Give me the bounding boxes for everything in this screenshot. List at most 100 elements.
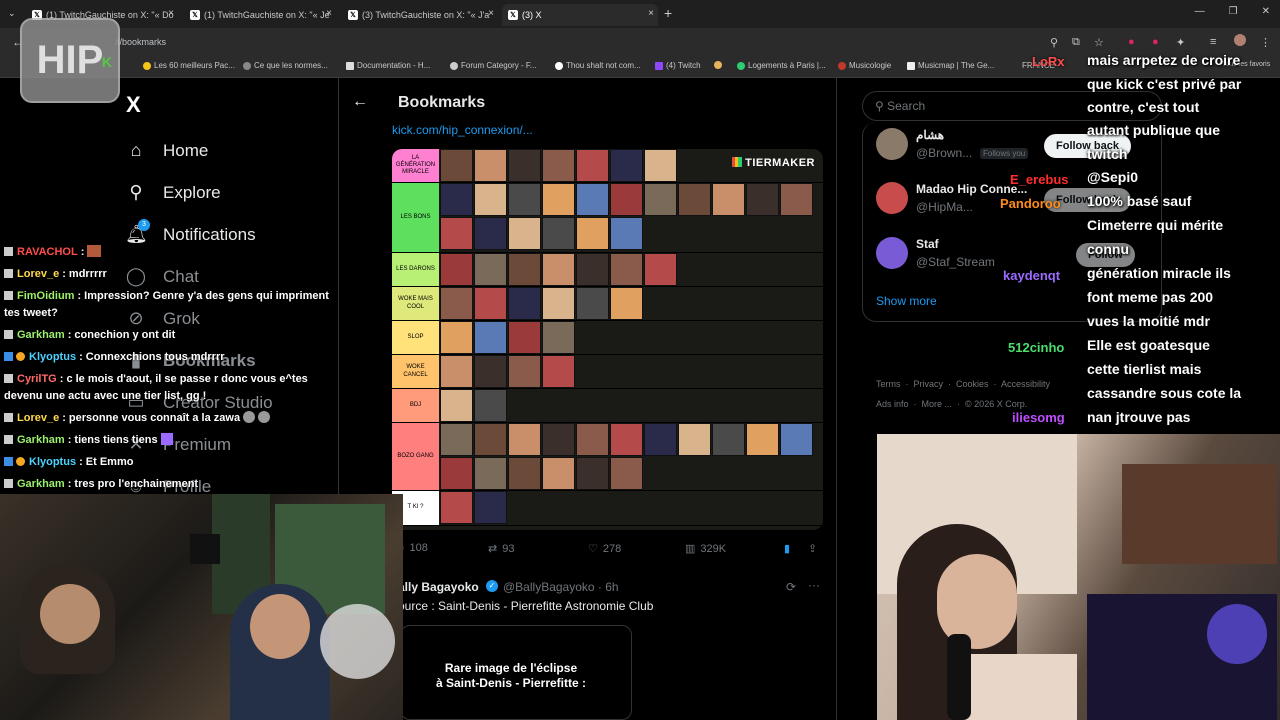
tier-entry (542, 149, 575, 182)
search-icon: ⚲ (875, 99, 888, 113)
chat-user: Klyoptus (29, 456, 77, 468)
url-field[interactable]: /i/bookmarks (115, 37, 166, 47)
bookmark-9[interactable]: Musicmap | The Ge... (907, 61, 994, 70)
right-chat-user: 512cinho (1008, 340, 1065, 355)
views-action[interactable]: ▥ 329K (685, 542, 726, 556)
show-more-link[interactable]: Show more (876, 294, 937, 308)
extension-icon[interactable]: ● (1152, 36, 1159, 48)
tier-entry (644, 183, 677, 216)
footer-links: Terms · Privacy · Cookies · Accessibilit… (876, 379, 1051, 409)
tier-entry (542, 355, 575, 388)
chat-message: Garkham: tres pro l'enchainement (4, 477, 334, 491)
tier-entry (508, 457, 541, 490)
close-window-icon[interactable]: ✕ (1262, 6, 1270, 17)
right-chat-line: cassandre sous cote la (1087, 385, 1242, 401)
footer-cookies[interactable]: Cookies (956, 379, 989, 389)
tier-entry (508, 355, 541, 388)
tier-entry (542, 217, 575, 250)
streamer-face (937, 554, 1017, 649)
sub-badge-icon (16, 457, 25, 466)
tierlist-image[interactable]: TIERMAKER LA GÉNÉRATION MIRACLE LES BONS L… (392, 149, 823, 530)
tier-entry (780, 183, 813, 216)
menu-icon[interactable]: ⋮ (1260, 36, 1271, 49)
bookmark-8[interactable]: Musicologie (838, 61, 891, 70)
footer-accessibility[interactable]: Accessibility (1001, 379, 1050, 389)
close-icon[interactable]: × (488, 8, 494, 19)
right-chat-line: 100% basé sauf (1087, 193, 1192, 209)
tweet-author-name[interactable]: ally Bagayoko (398, 580, 479, 594)
repost-action[interactable]: ⇄ 93 (488, 542, 514, 556)
microphone (947, 634, 971, 720)
tier-entry (440, 423, 473, 456)
back-arrow-icon[interactable]: ← (352, 93, 368, 111)
account-handle: @Staf_Stream (916, 255, 995, 269)
bookmark-7[interactable]: Logements à Paris |... (737, 61, 826, 70)
footer-terms[interactable]: Terms (876, 379, 901, 389)
tweet-text: ource : Saint-Denis - Pierrefitte Astron… (398, 599, 654, 613)
extension-icon[interactable]: ● (1128, 36, 1135, 48)
close-icon[interactable]: × (648, 8, 654, 19)
chat-badge-icon (4, 435, 13, 444)
tier-label: LES BONS (392, 183, 439, 252)
grok-icon[interactable]: ⟳ (786, 580, 796, 594)
star-icon[interactable]: ☆ (1094, 36, 1104, 49)
minimize-icon[interactable]: — (1195, 6, 1205, 17)
share-action[interactable]: ⇪ (808, 542, 817, 555)
like-action[interactable]: ♡ 278 (588, 542, 621, 556)
chat-text: : Impression? Genre y'a des gens qui imp… (77, 290, 329, 302)
profile-avatar-icon[interactable] (1234, 34, 1246, 46)
tier-entry (610, 217, 643, 250)
tab-2-label: (1) TwitchGauchiste on X: "« Je (204, 10, 330, 20)
tab-4-active[interactable]: 𝕏 (3) X × (502, 4, 658, 26)
bookmark-2[interactable]: Ce que les normes... (243, 61, 328, 70)
avatar (876, 237, 908, 269)
tab-3[interactable]: 𝕏 (3) TwitchGauchiste on X: "« J'a × (342, 4, 498, 26)
tweet-link[interactable]: kick.com/hip_connexion/... (392, 123, 533, 137)
more-icon[interactable]: ··· (808, 578, 820, 592)
tier-entry (746, 423, 779, 456)
bookmark-6-label: (4) Twitch (666, 61, 701, 70)
verified-icon: ✓ (486, 580, 498, 592)
footer-privacy[interactable]: Privacy (914, 379, 944, 389)
bookmark-7-label: Logements à Paris |... (748, 61, 826, 70)
nav-home[interactable]: ⌂ Home (125, 140, 209, 161)
x-favicon-icon: 𝕏 (348, 10, 358, 20)
bookmark-4[interactable]: Forum Category - F... (450, 61, 537, 70)
media-icon[interactable]: ≡ (1210, 36, 1216, 48)
extensions-puzzle-icon[interactable]: ✦ (1176, 36, 1185, 49)
follows-you-badge: Follows you (980, 148, 1029, 159)
account-name: Staf (916, 237, 939, 251)
tier-entry (576, 183, 609, 216)
chat-user: Garkham (17, 478, 65, 490)
streamer-top (957, 654, 1077, 720)
install-icon[interactable]: ⧉ (1072, 36, 1080, 49)
zoom-icon[interactable]: ⚲ (1050, 36, 1058, 49)
nav-explore[interactable]: ⚲ Explore (125, 182, 220, 203)
bookmark-3[interactable]: Documentation - H... (346, 61, 430, 70)
bookmark-2-label: Ce que les normes... (254, 61, 328, 70)
close-icon[interactable]: × (326, 8, 332, 19)
bookmark-action[interactable]: ▮ (784, 542, 790, 555)
notification-count-badge: 3 (138, 219, 150, 231)
footer-ads-info[interactable]: Ads info (876, 399, 909, 409)
maximize-icon[interactable]: ❐ (1229, 6, 1238, 17)
tier-label: BDJ (392, 389, 439, 422)
tier-entry (678, 183, 711, 216)
tab-2[interactable]: 𝕏 (1) TwitchGauchiste on X: "« Je × (184, 4, 336, 26)
new-tab-button[interactable]: + (664, 5, 672, 21)
shelf-object (190, 534, 220, 564)
bookmark-blank[interactable] (714, 61, 722, 69)
bookmark-5[interactable]: Thou shalt not com... (555, 61, 641, 70)
chat-message: Lorev_e: mdrrrrr (4, 267, 334, 281)
bookmark-6[interactable]: (4) Twitch (655, 61, 701, 70)
footer-more[interactable]: More ... (922, 399, 953, 409)
bookmark-1[interactable]: Les 60 meilleurs Pac... (143, 61, 235, 70)
kick-badge-icon (4, 352, 13, 361)
chat-message: Klyoptus: Connexchions tous mdrrrr (4, 350, 334, 364)
chat-badge-icon (4, 291, 13, 300)
tab-list-icon[interactable]: ⌄ (8, 8, 16, 19)
tier-entry (474, 149, 507, 182)
close-icon[interactable]: × (168, 8, 174, 19)
tier-entry (474, 217, 507, 250)
x-logo-icon[interactable]: X (126, 92, 141, 118)
